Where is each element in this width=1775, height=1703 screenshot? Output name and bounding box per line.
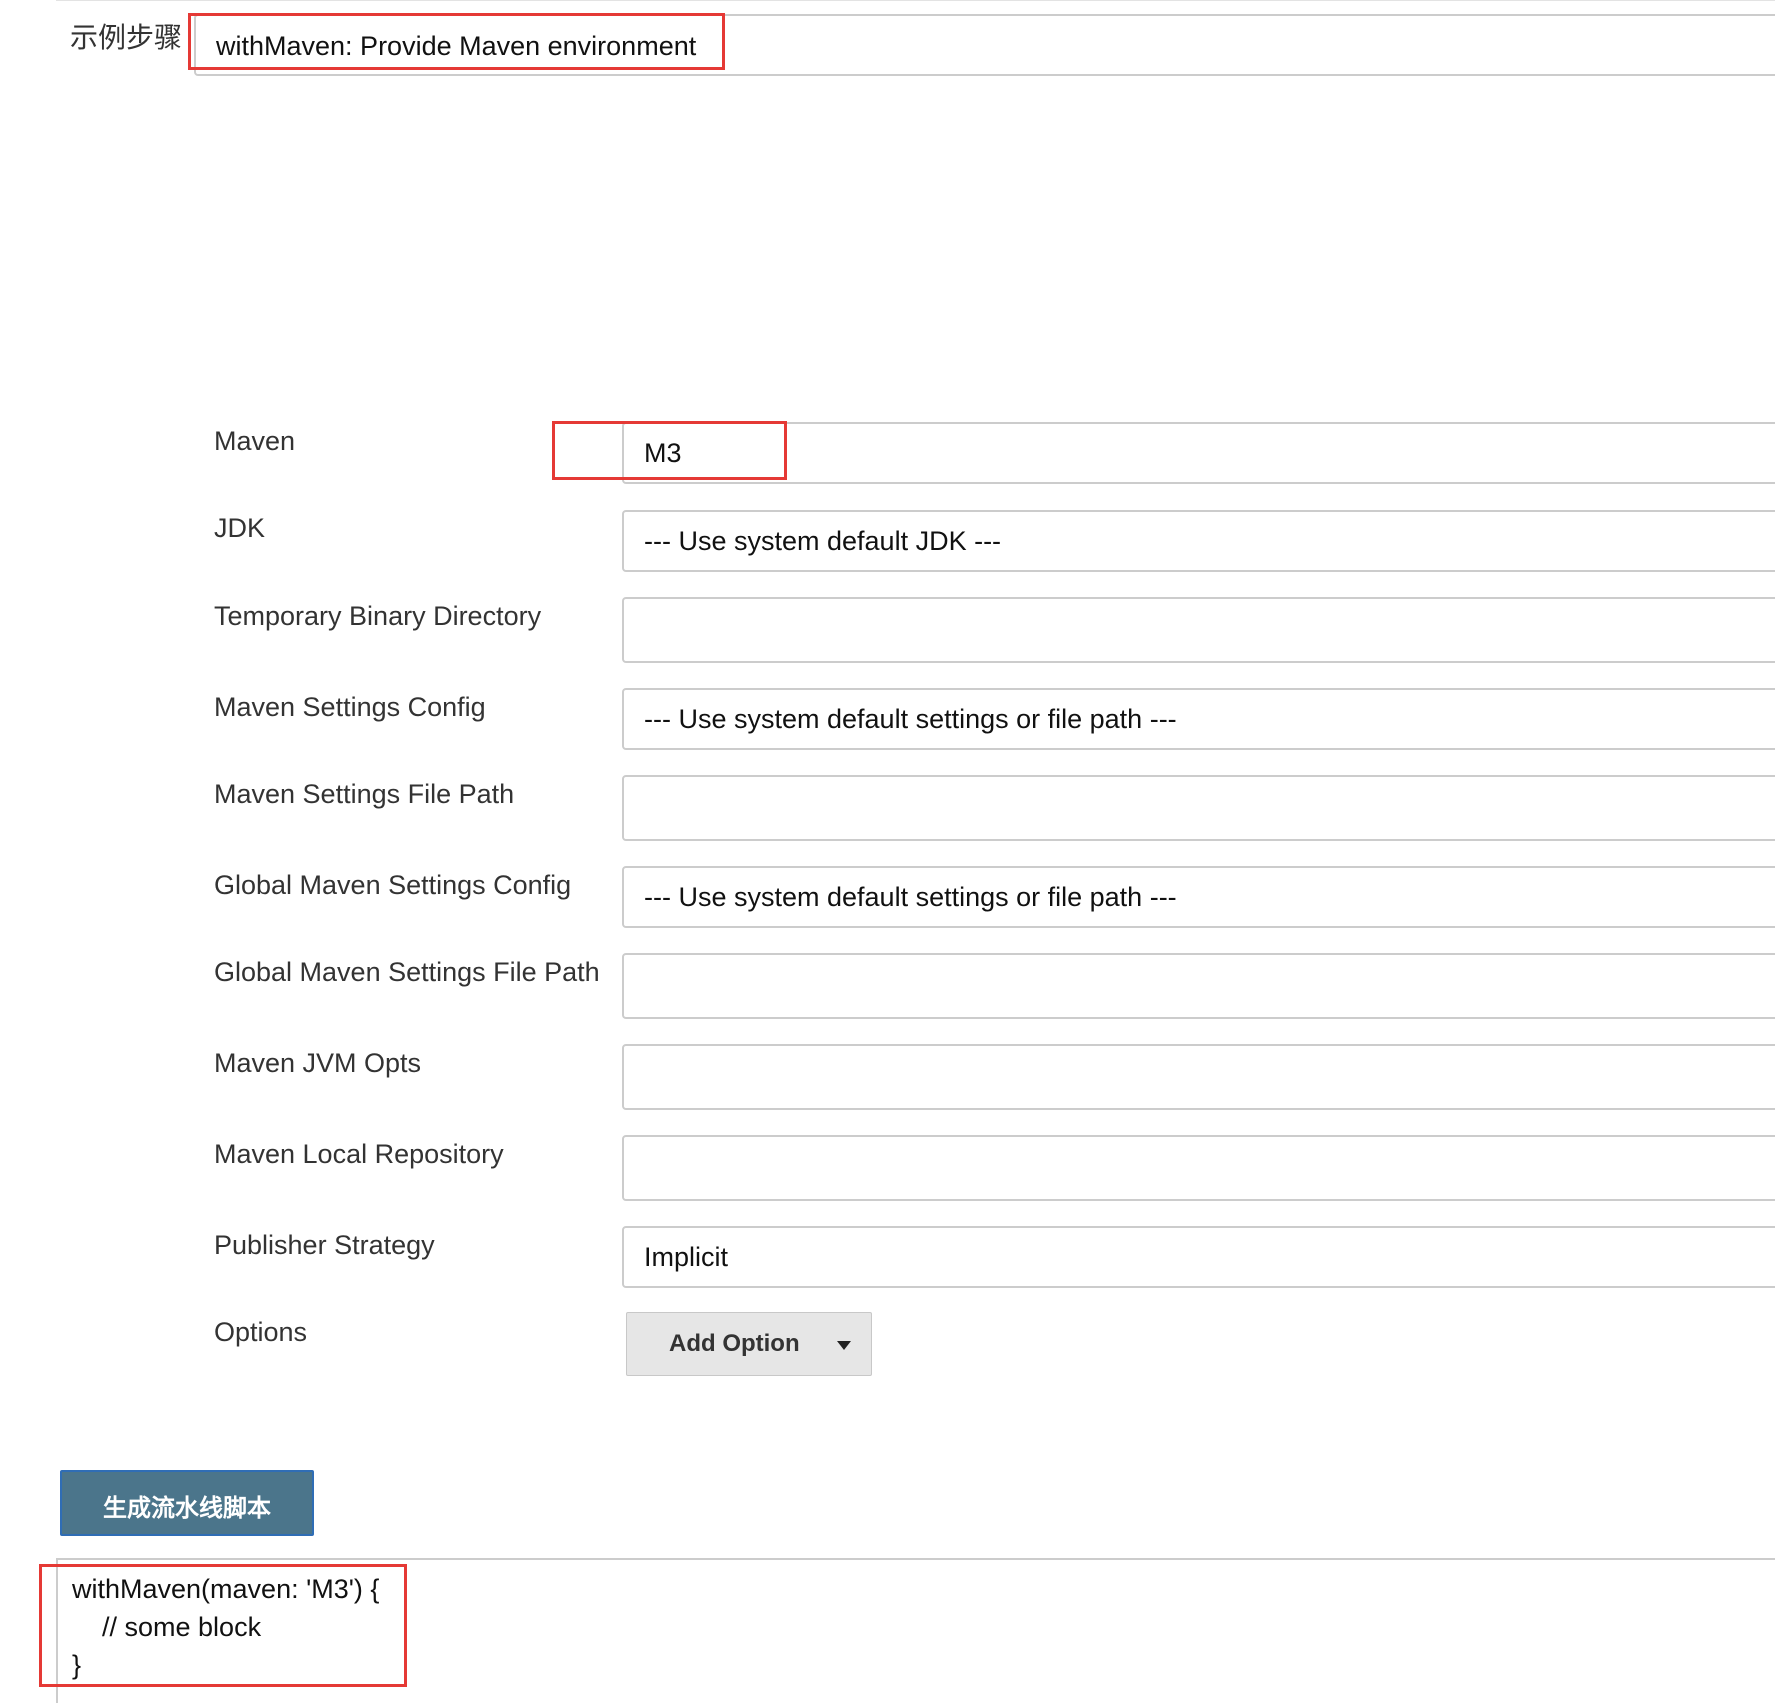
sample-step-select[interactable]: withMaven: Provide Maven environment <box>194 14 1775 76</box>
caret-down-icon <box>837 1341 851 1350</box>
generate-pipeline-script-button[interactable]: 生成流水线脚本 <box>60 1470 314 1536</box>
add-option-label: Add Option <box>669 1330 800 1357</box>
maven-local-repository-input[interactable] <box>622 1135 1775 1201</box>
publisher-strategy-value: Implicit <box>644 1242 729 1272</box>
jdk-select[interactable]: --- Use system default JDK --- <box>622 510 1775 572</box>
global-maven-settings-file-path-input[interactable] <box>622 953 1775 1019</box>
temp-binary-dir-label: Temporary Binary Directory <box>214 601 542 631</box>
sample-step-label: 示例步骤 <box>70 21 183 54</box>
jdk-selected-value: --- Use system default JDK --- <box>644 526 1002 556</box>
maven-select[interactable]: M3 <box>622 422 1775 484</box>
options-label: Options <box>214 1317 308 1347</box>
maven-settings-config-select[interactable]: --- Use system default settings or file … <box>622 688 1775 750</box>
maven-jvm-opts-input[interactable] <box>622 1044 1775 1110</box>
maven-settings-file-path-input[interactable] <box>622 775 1775 841</box>
maven-local-repository-label: Maven Local Repository <box>214 1139 504 1169</box>
top-divider <box>56 0 1775 1</box>
global-maven-settings-config-value: --- Use system default settings or file … <box>644 882 1177 912</box>
maven-settings-config-label: Maven Settings Config <box>214 692 486 722</box>
maven-jvm-opts-label: Maven JVM Opts <box>214 1048 422 1078</box>
maven-selected-value: M3 <box>644 438 682 468</box>
publisher-strategy-label: Publisher Strategy <box>214 1230 435 1260</box>
publisher-strategy-select[interactable]: Implicit <box>622 1226 1775 1288</box>
jdk-label: JDK <box>214 513 266 543</box>
generated-script-output[interactable]: withMaven(maven: 'M3') { // some block } <box>56 1558 1775 1703</box>
maven-settings-file-path-label: Maven Settings File Path <box>214 779 515 809</box>
generate-pipeline-script-label: 生成流水线脚本 <box>103 1494 271 1522</box>
code-line: } <box>72 1650 82 1680</box>
maven-settings-config-value: --- Use system default settings or file … <box>644 704 1177 734</box>
global-maven-settings-config-label: Global Maven Settings Config <box>214 870 572 900</box>
add-option-button[interactable]: Add Option <box>626 1312 872 1376</box>
global-maven-settings-file-path-label: Global Maven Settings File Path <box>214 957 600 987</box>
sample-step-selected-value: withMaven: Provide Maven environment <box>216 31 697 61</box>
temp-binary-dir-input[interactable] <box>622 597 1775 663</box>
code-line: withMaven(maven: 'M3') { <box>72 1574 380 1604</box>
maven-label: Maven <box>214 426 296 456</box>
global-maven-settings-config-select[interactable]: --- Use system default settings or file … <box>622 866 1775 928</box>
code-line: // some block <box>72 1612 262 1642</box>
